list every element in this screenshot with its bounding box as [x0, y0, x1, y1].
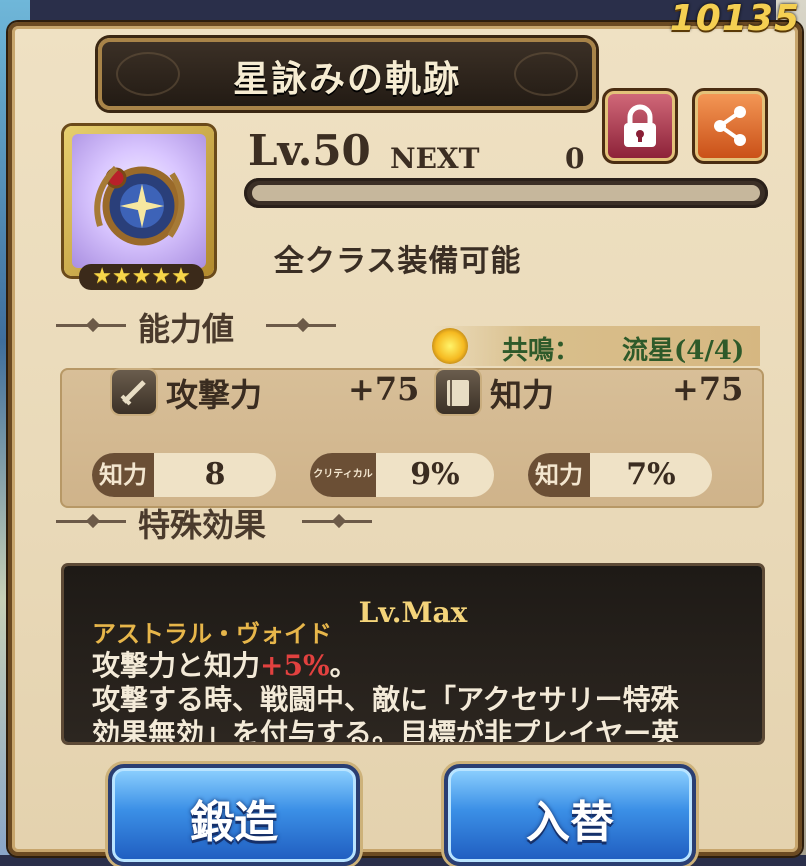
divider-ornament: [85, 513, 101, 529]
currency-counter: 10135: [669, 0, 800, 39]
divider-ornament: [331, 513, 347, 529]
flame-icon: [432, 328, 468, 364]
exp-bar-fill: [252, 185, 760, 201]
sub-stat-tag: クリティカル: [310, 453, 376, 497]
equipment-image: [72, 134, 206, 268]
sub-stat-critical: クリティカル 9%: [310, 453, 494, 497]
rarity-stars: ★★★★★: [79, 264, 204, 290]
item-level: Lv.50: [248, 126, 371, 175]
item-detail-panel: 星詠みの軌跡 ★★★★★ Lv.50 NEXT 0 全クラス装備可能 能力値 共…: [8, 22, 802, 866]
swap-button[interactable]: 入替: [444, 764, 696, 866]
title-plate: 星詠みの軌跡: [98, 38, 596, 110]
attack-label: 攻撃力: [166, 376, 263, 414]
share-button[interactable]: [692, 88, 768, 164]
equip-class-text: 全クラス装備可能: [274, 244, 522, 279]
resonance-value: 流星(4/4): [622, 336, 745, 366]
forge-button[interactable]: 鍛造: [108, 764, 360, 866]
effect-line-3: 効果無効」を付与する。目標が非プレイヤー英: [92, 717, 680, 742]
effect-heading: 特殊効果: [138, 506, 267, 544]
sub-stat-tag: 知力: [528, 453, 590, 497]
sub-stat-tag: 知力: [92, 453, 154, 497]
next-label: NEXT: [390, 142, 480, 175]
sword-icon: [112, 370, 156, 414]
swap-button-label: 入替: [526, 797, 614, 848]
sub-stat-value: 7%: [626, 457, 676, 492]
sub-stat-value: 9%: [410, 457, 460, 492]
effect-description-box[interactable]: Lv.Max アストラル・ヴォイド 攻撃力と知力+5%。 攻撃する時、戦闘中、敵…: [64, 566, 762, 742]
item-title: 星詠みの軌跡: [232, 58, 461, 100]
share-icon: [714, 106, 746, 146]
forge-button-label: 鍛造: [190, 797, 278, 848]
resonance-banner[interactable]: 共鳴： 流星(4/4): [432, 326, 760, 366]
next-exp-value: 0: [565, 142, 585, 175]
divider-ornament: [295, 317, 311, 333]
lock-icon: [624, 104, 656, 147]
divider-ornament: [85, 317, 101, 333]
intelligence-value: +75: [672, 370, 744, 408]
stats-heading: 能力値: [138, 310, 235, 348]
sub-stat-intelligence: 知力 8: [92, 453, 276, 497]
lock-button[interactable]: [602, 88, 678, 164]
intelligence-label: 知力: [490, 376, 555, 414]
resonance-label: 共鳴：: [502, 336, 581, 366]
equipment-icon-frame[interactable]: ★★★★★: [64, 126, 214, 290]
sub-stat-intelligence-percent: 知力 7%: [528, 453, 712, 497]
exp-bar: [244, 178, 768, 208]
compass-amulet-icon: [94, 165, 185, 246]
attack-value: +75: [348, 370, 420, 408]
sub-stat-value: 8: [204, 457, 226, 492]
star-rating: ★★★★★: [92, 264, 191, 289]
book-icon: [436, 370, 480, 414]
